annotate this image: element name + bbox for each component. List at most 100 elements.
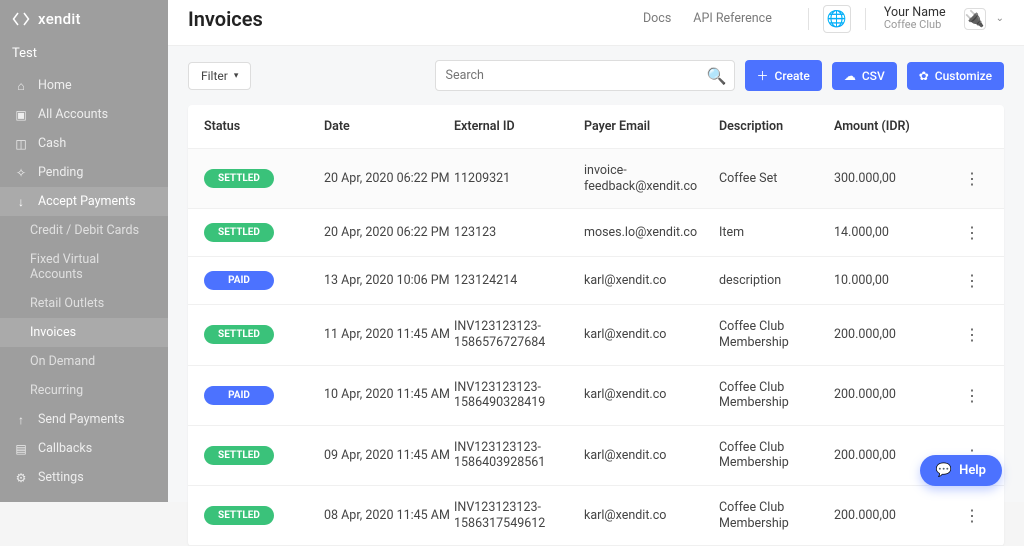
status-badge: SETTLED bbox=[204, 223, 274, 242]
col-payer-email: Payer Email bbox=[584, 119, 719, 134]
home-icon: ⌂ bbox=[14, 79, 28, 93]
status-badge: PAID bbox=[204, 271, 274, 290]
accounts-icon: ▣ bbox=[14, 108, 28, 122]
row-actions-button[interactable]: ⋮ bbox=[949, 325, 979, 344]
plug-button[interactable]: 🔌 bbox=[964, 8, 986, 30]
brand-logo: xendit bbox=[0, 0, 168, 42]
row-actions-button[interactable]: ⋮ bbox=[949, 271, 979, 290]
create-label: Create bbox=[775, 69, 810, 83]
table-row[interactable]: SETTLED11 Apr, 2020 11:45 AMINV123123123… bbox=[188, 305, 1004, 365]
filter-button[interactable]: Filter▾ bbox=[188, 62, 251, 90]
topbar: Invoices Docs API Reference 🌐 Your Name … bbox=[168, 0, 1024, 46]
cell-external-id: INV123123123-1586490328419 bbox=[454, 380, 584, 411]
sidebar-item-label: Credit / Debit Cards bbox=[30, 223, 139, 238]
cell-description: Coffee Club Membership bbox=[719, 319, 834, 350]
sidebar-item-recurring[interactable]: Recurring bbox=[0, 376, 168, 405]
cell-email: karl@xendit.co bbox=[584, 327, 719, 343]
page-title: Invoices bbox=[188, 7, 263, 31]
col-status: Status bbox=[204, 119, 324, 134]
cell-email: invoice-feedback@xendit.co bbox=[584, 163, 719, 194]
cell-email: karl@xendit.co bbox=[584, 387, 719, 403]
cell-amount: 10.000,00 bbox=[834, 273, 949, 289]
cell-description: description bbox=[719, 273, 834, 289]
row-actions-button[interactable]: ⋮ bbox=[949, 386, 979, 405]
sidebar-item-send-payments[interactable]: ↑ Send Payments bbox=[0, 405, 168, 434]
mode-label: Test bbox=[0, 42, 168, 71]
sidebar-item-label: On Demand bbox=[30, 354, 95, 369]
cell-amount: 200.000,00 bbox=[834, 387, 949, 403]
sidebar-item-accept-payments[interactable]: ↓Accept Payments bbox=[0, 187, 168, 216]
language-button[interactable]: 🌐 bbox=[823, 5, 851, 33]
table-row[interactable]: SETTLED20 Apr, 2020 06:22 PM11209321invo… bbox=[188, 149, 1004, 209]
status-badge: SETTLED bbox=[204, 325, 274, 344]
sidebar-item-retail[interactable]: Retail Outlets bbox=[0, 289, 168, 318]
cell-description: Coffee Club Membership bbox=[719, 440, 834, 471]
sidebar-item-pending[interactable]: ✧Pending bbox=[0, 158, 168, 187]
status-badge: PAID bbox=[204, 386, 274, 405]
sidebar-item-cards[interactable]: Credit / Debit Cards bbox=[0, 216, 168, 245]
col-description: Description bbox=[719, 119, 834, 134]
cell-external-id: INV123123123-1586317549612 bbox=[454, 500, 584, 531]
table-row[interactable]: PAID13 Apr, 2020 10:06 PM123124214karl@x… bbox=[188, 257, 1004, 305]
status-badge: SETTLED bbox=[204, 446, 274, 465]
link-docs[interactable]: Docs bbox=[643, 11, 671, 26]
csv-button[interactable]: ☁CSV bbox=[832, 62, 897, 90]
plug-icon: 🔌 bbox=[965, 9, 985, 28]
sidebar-item-label: Home bbox=[38, 78, 72, 93]
globe-icon: 🌐 bbox=[827, 9, 847, 28]
sidebar-item-settings[interactable]: ⚙ Settings bbox=[0, 463, 168, 492]
chevron-down-icon: ⌄ bbox=[996, 13, 1004, 24]
sidebar-item-label: Settings bbox=[38, 470, 84, 485]
sidebar-item-on-demand[interactable]: On Demand bbox=[0, 347, 168, 376]
profile-menu[interactable]: Your Name Coffee Club 🔌 ⌄ bbox=[884, 6, 1004, 32]
cell-email: karl@xendit.co bbox=[584, 273, 719, 289]
col-external-id: External ID bbox=[454, 119, 584, 134]
customize-button[interactable]: ✿ Customize bbox=[907, 62, 1004, 90]
sidebar-item-cash[interactable]: ◫Cash bbox=[0, 129, 168, 158]
sidebar-item-invoices[interactable]: Invoices bbox=[0, 318, 168, 347]
sidebar-item-label: Callbacks bbox=[38, 441, 92, 456]
row-actions-button[interactable]: ⋮ bbox=[949, 223, 979, 242]
create-button[interactable]: ＋Create bbox=[745, 60, 822, 91]
sidebar: xendit Test ⌂ Home ▣All Accounts ◫Cash ✧P… bbox=[0, 0, 168, 502]
sidebar-item-callbacks[interactable]: ▤ Callbacks bbox=[0, 434, 168, 463]
sidebar-item-fva[interactable]: Fixed Virtual Accounts bbox=[0, 245, 168, 289]
col-amount: Amount (IDR) bbox=[834, 119, 949, 134]
gear-icon: ⚙ bbox=[14, 471, 28, 485]
sidebar-item-all-accounts[interactable]: ▣All Accounts bbox=[0, 100, 168, 129]
cell-date: 13 Apr, 2020 10:06 PM bbox=[324, 273, 454, 289]
cell-description: Coffee Club Membership bbox=[719, 380, 834, 411]
cell-amount: 300.000,00 bbox=[834, 171, 949, 187]
link-api-reference[interactable]: API Reference bbox=[693, 11, 772, 26]
gear-icon: ✿ bbox=[919, 69, 929, 83]
cell-description: Item bbox=[719, 225, 834, 241]
cell-date: 10 Apr, 2020 11:45 AM bbox=[324, 387, 454, 403]
sidebar-item-label: Pending bbox=[38, 165, 83, 180]
table-row[interactable]: PAID 10 Apr, 2020 11:45 AMINV123123123-15… bbox=[188, 366, 1004, 426]
help-button[interactable]: 💬 Help bbox=[920, 455, 1002, 486]
download-icon: ↓ bbox=[14, 195, 28, 209]
cell-date: 08 Apr, 2020 11:45 AM bbox=[324, 508, 454, 524]
cell-amount: 200.000,00 bbox=[834, 327, 949, 343]
table-row[interactable]: SETTLED20 Apr, 2020 06:22 PM123123moses.… bbox=[188, 209, 1004, 257]
cell-date: 20 Apr, 2020 06:22 PM bbox=[324, 171, 454, 187]
col-date: Date bbox=[324, 119, 454, 134]
customize-label: Customize bbox=[935, 69, 992, 83]
row-actions-button[interactable]: ⋮ bbox=[949, 506, 979, 525]
table-header: Status Date External ID Payer Email Desc… bbox=[188, 105, 1004, 149]
sidebar-item-label: Send Payments bbox=[38, 412, 125, 427]
profile-account: Coffee Club bbox=[884, 19, 946, 31]
sidebar-item-label: Fixed Virtual Accounts bbox=[30, 252, 154, 282]
cell-date: 09 Apr, 2020 11:45 AM bbox=[324, 448, 454, 464]
cell-external-id: INV123123123-1586576727684 bbox=[454, 319, 584, 350]
search-input[interactable] bbox=[435, 60, 735, 91]
table-row[interactable]: SETTLED08 Apr, 2020 11:45 AMINV123123123… bbox=[188, 486, 1004, 546]
search-field: 🔍 bbox=[435, 60, 735, 91]
callbacks-icon: ▤ bbox=[14, 442, 28, 456]
profile-name: Your Name bbox=[884, 6, 946, 20]
table-row[interactable]: SETTLED09 Apr, 2020 11:45 AMINV123123123… bbox=[188, 426, 1004, 486]
row-actions-button[interactable]: ⋮ bbox=[949, 169, 979, 188]
sidebar-item-home[interactable]: ⌂ Home bbox=[0, 71, 168, 100]
sidebar-item-label: Cash bbox=[38, 136, 66, 151]
upload-icon: ↑ bbox=[14, 413, 28, 427]
